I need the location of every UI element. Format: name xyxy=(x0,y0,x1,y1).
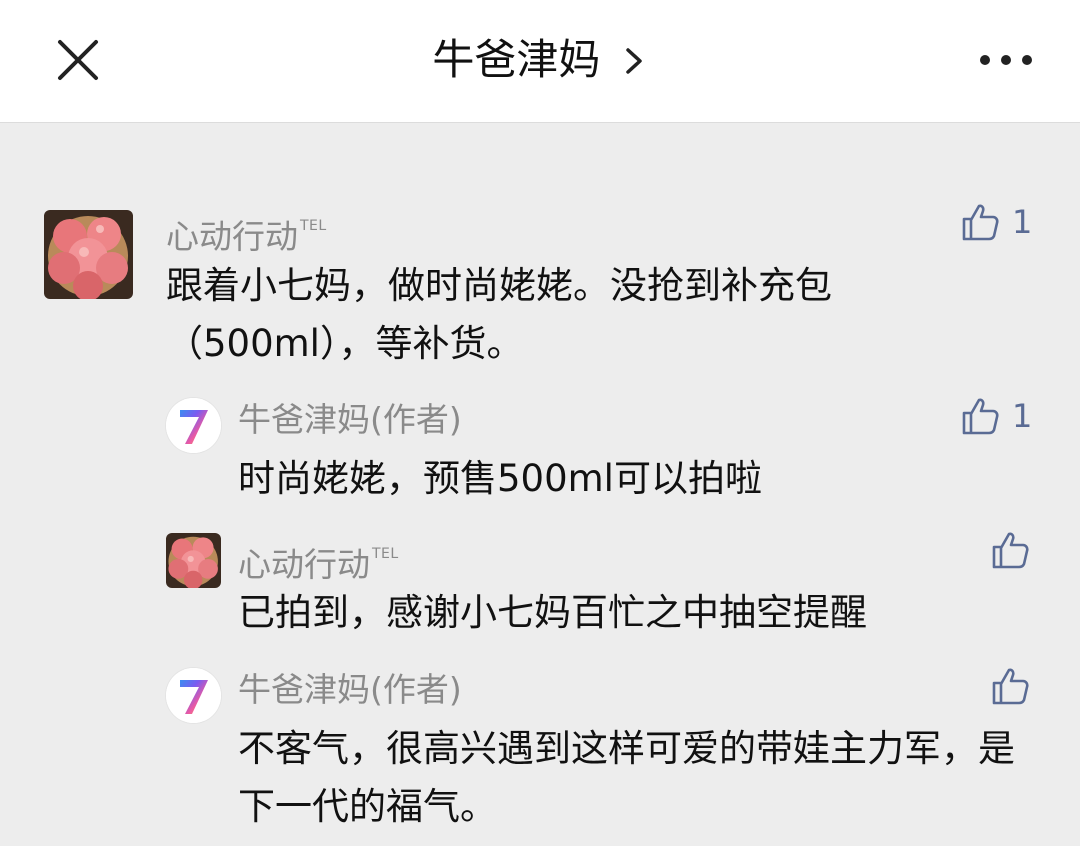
more-dots-icon xyxy=(980,55,1032,65)
page-title: 牛爸津妈 xyxy=(432,35,601,84)
author-name: 牛爸津妈(作者) xyxy=(238,400,462,439)
like-count: 1 xyxy=(1012,203,1033,241)
seven-avatar[interactable] xyxy=(166,398,221,453)
seven-avatar-image xyxy=(166,668,221,723)
like-button[interactable] xyxy=(990,666,1042,706)
thumbs-up-icon xyxy=(992,668,1029,705)
author-name: 牛爸津妈(作者) xyxy=(238,670,462,709)
thumbs-up-icon xyxy=(992,532,1029,569)
like-button[interactable]: 1 xyxy=(960,202,1032,242)
apple-avatar-image xyxy=(44,210,133,299)
apple-avatar[interactable] xyxy=(166,533,221,588)
author-badge: TEL xyxy=(372,546,399,562)
like-button[interactable]: 1 xyxy=(960,396,1032,436)
more-options-button[interactable] xyxy=(976,42,1036,78)
comment-author[interactable]: 心动行动 TEL xyxy=(238,532,399,587)
author-name: 心动行动 xyxy=(238,545,370,584)
author-badge: TEL xyxy=(300,218,327,234)
comment-author[interactable]: 心动行动 TEL xyxy=(166,204,327,259)
seven-avatar-image xyxy=(166,398,221,453)
top-bar: 牛爸津妈 xyxy=(0,0,1080,123)
chevron-right-icon xyxy=(625,48,642,74)
comment-text: 已拍到，感谢小七妈百忙之中抽空提醒 xyxy=(238,591,867,634)
thumbs-up-icon xyxy=(962,398,999,435)
like-count: 1 xyxy=(1012,397,1033,435)
comment-text: 跟着小七妈，做时尚姥姥。没抢到补充包（500ml），等补货。 xyxy=(166,264,832,365)
comment-author[interactable]: 牛爸津妈(作者) xyxy=(238,668,462,712)
comment-text: 时尚姥姥，预售500ml可以拍啦 xyxy=(238,457,762,500)
author-name: 心动行动 xyxy=(166,217,298,256)
apple-avatar[interactable] xyxy=(44,210,133,299)
comment-text: 不客气，很高兴遇到这样可爱的带娃主力军，是下一代的福气。 xyxy=(238,727,1015,828)
page-title-button[interactable]: 牛爸津妈 xyxy=(0,28,1080,92)
apple-avatar-image xyxy=(166,533,221,588)
thumbs-up-icon xyxy=(962,204,999,241)
seven-avatar[interactable] xyxy=(166,668,221,723)
like-button[interactable] xyxy=(990,530,1042,570)
comment-author[interactable]: 牛爸津妈(作者) xyxy=(238,398,462,442)
